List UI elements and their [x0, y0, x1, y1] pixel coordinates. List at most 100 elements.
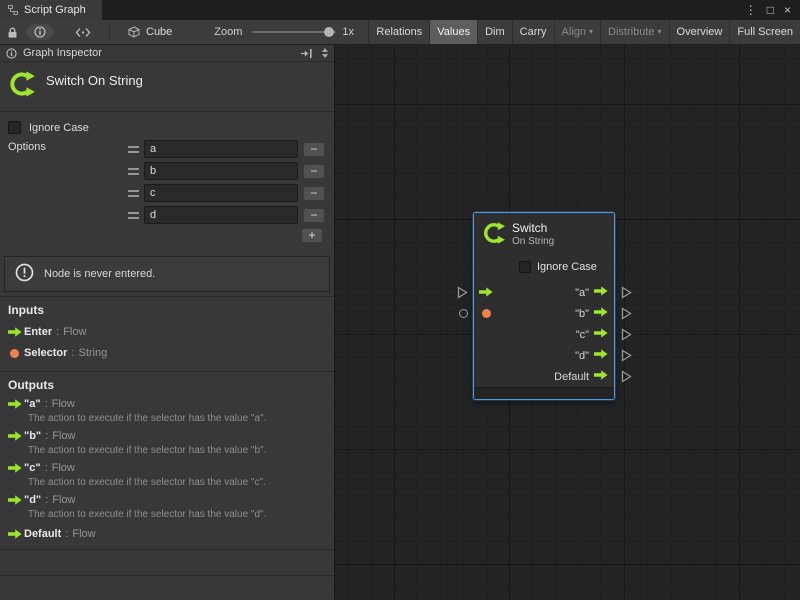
inspector-header-label: Graph Inspector: [23, 47, 102, 59]
add-option-button[interactable]: +: [301, 228, 323, 243]
port-row-default: Default: [474, 366, 614, 387]
option-row: −: [128, 184, 323, 202]
zoom-slider-knob[interactable]: [324, 27, 334, 37]
switch-unit-icon: [482, 221, 506, 248]
dim-button[interactable]: Dim: [477, 20, 512, 44]
divider: [0, 549, 334, 550]
flow-output-icon[interactable]: [594, 370, 608, 383]
info-toggle-button[interactable]: [27, 24, 53, 40]
tab-script-graph[interactable]: Script Graph: [0, 0, 102, 20]
overview-button[interactable]: Overview: [669, 20, 730, 44]
port-row-a: "a": [474, 282, 614, 303]
option-row: −: [128, 140, 323, 158]
output-port-a: "a" : Flow The action to execute if the …: [8, 398, 266, 424]
drag-handle-icon[interactable]: [128, 190, 139, 197]
remove-option-button[interactable]: −: [303, 142, 325, 157]
flow-output-icon[interactable]: [594, 328, 608, 341]
distribute-button[interactable]: Distribute▾: [600, 20, 668, 44]
flow-input-connector[interactable]: [457, 286, 468, 302]
zoom-label: Zoom: [214, 26, 242, 38]
divider: [0, 575, 334, 576]
node-ignore-case-checkbox[interactable]: [519, 261, 531, 273]
ignore-case-row: Ignore Case: [8, 121, 89, 134]
output-port-c: "c" : Flow The action to execute if the …: [8, 462, 266, 488]
window-controls: ⋮ □ ×: [736, 0, 800, 20]
flow-output-connector[interactable]: [621, 286, 632, 302]
fullscreen-button[interactable]: Full Screen: [729, 20, 800, 44]
node-subtitle: On String: [512, 236, 554, 247]
port-label: Default: [554, 371, 589, 383]
remove-option-button[interactable]: −: [303, 164, 325, 179]
inspector-title: Switch On String: [46, 73, 143, 88]
chevron-down-icon: ▾: [589, 28, 593, 36]
target-selector[interactable]: Cube: [128, 26, 172, 38]
window-menu-icon[interactable]: ⋮: [745, 3, 757, 17]
graph-inspector-panel: Graph Inspector Switch On String Ignore …: [0, 45, 335, 600]
flow-output-icon[interactable]: [594, 286, 608, 299]
node-ignore-case-row: Ignore Case: [474, 255, 614, 279]
switch-on-string-node[interactable]: Switch On String Ignore Case "a": [473, 212, 615, 400]
graph-toolbar: Cube Zoom 1x Relations Values Dim Carry …: [0, 20, 800, 45]
flow-output-icon[interactable]: [594, 349, 608, 362]
option-input-c[interactable]: [144, 184, 298, 202]
zoom-slider[interactable]: [252, 26, 336, 38]
values-button[interactable]: Values: [429, 20, 477, 44]
node-footer: [474, 387, 614, 399]
value-input-connector[interactable]: [459, 309, 468, 318]
titlebar: Script Graph ⋮ □ ×: [0, 0, 800, 20]
remove-option-button[interactable]: −: [303, 186, 325, 201]
flow-arrow-icon: [8, 463, 24, 473]
warning-text: Node is never entered.: [44, 268, 155, 280]
drag-handle-icon[interactable]: [128, 168, 139, 175]
option-row: −: [128, 162, 323, 180]
option-input-a[interactable]: [144, 140, 298, 158]
port-row-d: "d": [474, 345, 614, 366]
flow-output-connector[interactable]: [621, 370, 632, 386]
lock-icon[interactable]: [7, 26, 18, 39]
carry-button[interactable]: Carry: [512, 20, 554, 44]
flow-arrow-icon: [8, 529, 24, 539]
port-description: The action to execute if the selector ha…: [28, 477, 266, 488]
options-list: − − − − +: [128, 140, 323, 243]
ignore-case-label: Ignore Case: [29, 122, 89, 134]
graph-canvas[interactable]: Switch On String Ignore Case "a": [335, 45, 800, 600]
close-icon[interactable]: ×: [784, 3, 791, 17]
flow-input-icon[interactable]: [479, 287, 493, 300]
inputs-section-header: Inputs: [8, 303, 44, 317]
warning-icon: [15, 263, 34, 285]
drag-handle-icon[interactable]: [128, 212, 139, 219]
align-button[interactable]: Align▾: [554, 20, 600, 44]
collapse-expand-icon[interactable]: [322, 48, 328, 58]
option-input-d[interactable]: [144, 206, 298, 224]
value-dot-icon: [8, 349, 24, 358]
flow-output-connector[interactable]: [621, 328, 632, 344]
unity-visual-scripting-window: Script Graph ⋮ □ × Cube Zoom 1: [0, 0, 800, 600]
relations-button[interactable]: Relations: [368, 20, 429, 44]
inspector-header: Graph Inspector: [0, 45, 334, 62]
ignore-case-checkbox[interactable]: [8, 121, 21, 134]
remove-option-button[interactable]: −: [303, 208, 325, 223]
node-ignore-case-label: Ignore Case: [537, 261, 597, 273]
port-label: "b": [575, 308, 589, 320]
outputs-section-header: Outputs: [8, 378, 54, 392]
option-input-b[interactable]: [144, 162, 298, 180]
output-port-default: Default : Flow: [8, 528, 96, 540]
flow-output-icon[interactable]: [594, 307, 608, 320]
selector-input-icon[interactable]: [482, 309, 491, 318]
port-description: The action to execute if the selector ha…: [28, 445, 266, 456]
toolbar-separator: [109, 25, 110, 40]
code-icon[interactable]: [75, 27, 91, 38]
flow-output-connector[interactable]: [621, 349, 632, 365]
flow-arrow-icon: [8, 495, 24, 505]
info-icon: [34, 26, 46, 38]
port-label: "d": [575, 350, 589, 362]
flow-output-connector[interactable]: [621, 307, 632, 323]
zoom-value: 1x: [342, 26, 354, 38]
option-row: −: [128, 206, 323, 224]
drag-handle-icon[interactable]: [128, 146, 139, 153]
options-label: Options: [8, 141, 46, 153]
maximize-icon[interactable]: □: [767, 3, 774, 17]
inspector-title-block: Switch On String: [0, 62, 334, 112]
script-graph-icon: [7, 4, 19, 16]
dock-panel-icon[interactable]: [300, 48, 313, 59]
